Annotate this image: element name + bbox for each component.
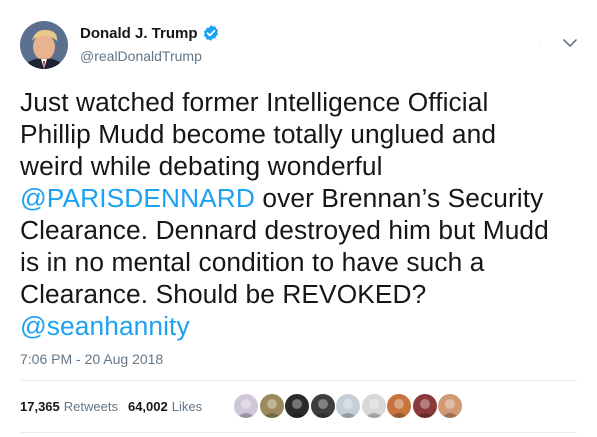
tweet-text-line: Phillip Mudd become totally unglued and xyxy=(20,118,580,150)
liker-avatar-4[interactable] xyxy=(310,394,335,418)
tweet-timestamp[interactable]: 7:06 PM - 20 Aug 2018 xyxy=(20,351,163,367)
tweet-text-line: @PARISDENNARD over Brennan’s Security xyxy=(20,182,580,214)
author-handle[interactable]: @realDonaldTrump xyxy=(80,48,202,64)
tweet-text-segment: over Brennan’s Security xyxy=(255,183,544,213)
liker-avatar-3[interactable] xyxy=(285,394,309,418)
tweet-text-segment: Clearance. Dennard destroyed him but Mud… xyxy=(20,215,549,245)
author-avatar[interactable] xyxy=(20,21,68,69)
tweet-text-segment: Just watched former Intelligence Officia… xyxy=(20,87,489,117)
tweet-card: Donald J. Trump @realDonaldTrump · Just … xyxy=(0,0,597,437)
divider-top xyxy=(20,380,577,381)
like-label[interactable]: Likes xyxy=(172,399,202,414)
liker-avatar-7[interactable] xyxy=(387,394,411,418)
tweet-text-line: Clearance. Should be REVOKED? xyxy=(20,278,580,310)
like-count[interactable]: 64,002 xyxy=(128,399,168,414)
liker-avatar-6[interactable] xyxy=(361,394,386,418)
faint-dots-icon: · xyxy=(539,37,543,49)
divider-bottom xyxy=(20,432,577,433)
tweet-text-line: is in no mental condition to have such a xyxy=(20,246,580,278)
retweet-count[interactable]: 17,365 xyxy=(20,399,60,414)
chevron-down-icon[interactable] xyxy=(562,37,578,49)
author-display-name[interactable]: Donald J. Trump xyxy=(80,25,198,42)
liker-avatar-8[interactable] xyxy=(412,394,437,418)
mention-link[interactable]: @PARISDENNARD xyxy=(20,183,255,213)
tweet-stats: 17,365 Retweets 64,002 Likes xyxy=(20,399,212,414)
liker-avatar-2[interactable] xyxy=(259,394,284,418)
liker-avatar-1[interactable] xyxy=(234,394,258,418)
tweet-text-line: Just watched former Intelligence Officia… xyxy=(20,86,580,118)
profile-photo-icon xyxy=(20,21,68,69)
mention-link[interactable]: @seanhannity xyxy=(20,311,190,341)
tweet-text-segment: Phillip Mudd become totally unglued and xyxy=(20,119,497,149)
liker-avatar-5[interactable] xyxy=(336,394,360,418)
liker-avatar-9[interactable] xyxy=(438,394,462,418)
author-name-row[interactable]: Donald J. Trump xyxy=(80,24,220,42)
retweet-label[interactable]: Retweets xyxy=(64,399,118,414)
tweet-text-line: @seanhannity xyxy=(20,310,580,342)
tweet-text-line: weird while debating wonderful xyxy=(20,150,580,182)
tweet-text-line: Clearance. Dennard destroyed him but Mud… xyxy=(20,214,580,246)
tweet-text: Just watched former Intelligence Officia… xyxy=(20,86,580,342)
tweet-text-segment: is in no mental condition to have such a xyxy=(20,247,485,277)
verified-badge-icon xyxy=(203,25,218,41)
tweet-text-segment: weird while debating wonderful xyxy=(20,151,383,181)
tweet-text-segment: Clearance. Should be REVOKED? xyxy=(20,279,427,309)
